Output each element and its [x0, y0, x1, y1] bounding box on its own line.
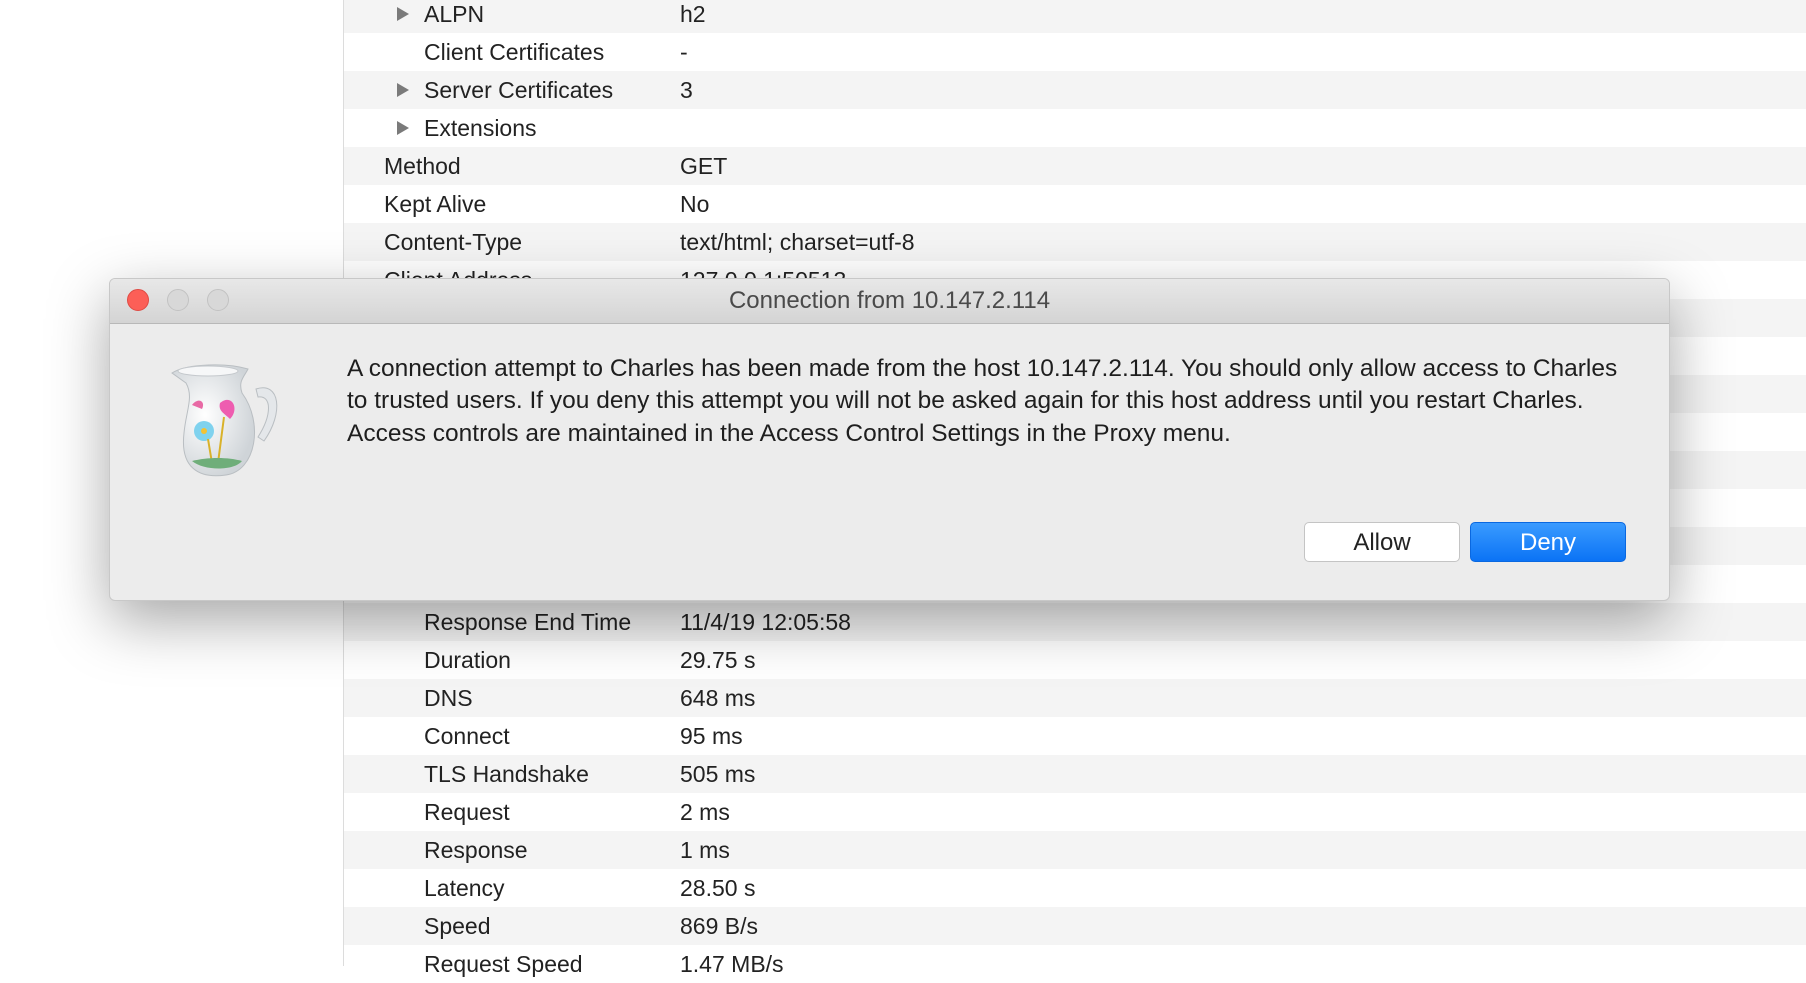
row-label: Request — [424, 799, 510, 825]
row-value: 11/4/19 12:05:58 — [680, 609, 851, 635]
row-value: 648 ms — [680, 685, 756, 711]
row-label: Response — [424, 837, 528, 863]
row-label: TLS Handshake — [424, 761, 589, 787]
row-value: 95 ms — [680, 723, 743, 749]
table-row[interactable]: Extensions — [344, 109, 1806, 147]
disclosure-triangle-icon[interactable] — [397, 121, 409, 135]
table-row[interactable]: Request 2 ms — [344, 793, 1806, 831]
table-row[interactable]: Server Certificates 3 — [344, 71, 1806, 109]
row-label: Latency — [424, 875, 505, 901]
row-label: DNS — [424, 685, 473, 711]
row-value: No — [680, 191, 710, 217]
allow-button[interactable]: Allow — [1304, 522, 1460, 562]
table-row[interactable]: DNS 648 ms — [344, 679, 1806, 717]
row-label: ALPN — [424, 1, 485, 27]
row-value: 869 B/s — [680, 913, 758, 939]
table-row[interactable]: Speed 869 B/s — [344, 907, 1806, 945]
row-value: h2 — [680, 1, 706, 27]
table-row[interactable]: Response End Time 11/4/19 12:05:58 — [344, 603, 1806, 641]
row-value: 505 ms — [680, 761, 756, 787]
table-row[interactable]: ALPN h2 — [344, 0, 1806, 33]
row-value: 2 ms — [680, 799, 730, 825]
row-value: 1.47 MB/s — [680, 951, 784, 977]
row-value: 29.75 s — [680, 647, 756, 673]
table-row[interactable]: Request Speed 1.47 MB/s — [344, 945, 1806, 983]
row-value: 3 — [680, 77, 693, 103]
table-row[interactable]: Connect 95 ms — [344, 717, 1806, 755]
row-label: Response End Time — [424, 609, 632, 635]
row-label: Content-Type — [384, 229, 523, 255]
table-row[interactable]: Latency 28.50 s — [344, 869, 1806, 907]
connection-dialog: Connection from 10.147.2.114 A connectio… — [109, 278, 1670, 601]
disclosure-triangle-icon[interactable] — [397, 7, 409, 21]
row-label: Server Certificates — [424, 77, 614, 103]
table-row[interactable]: Response 1 ms — [344, 831, 1806, 869]
row-value: 1 ms — [680, 837, 730, 863]
table-row[interactable]: Duration 29.75 s — [344, 641, 1806, 679]
table-row[interactable]: Kept Alive No — [344, 185, 1806, 223]
row-label: Connect — [424, 723, 510, 749]
row-label: Speed — [424, 913, 491, 939]
disclosure-triangle-icon[interactable] — [397, 83, 409, 97]
row-value: 28.50 s — [680, 875, 756, 901]
table-row[interactable]: Content-Type text/html; charset=utf-8 — [344, 223, 1806, 261]
row-label: Method — [384, 153, 461, 179]
row-value: - — [680, 39, 688, 65]
row-label: Extensions — [424, 115, 537, 141]
dialog-message: A connection attempt to Charles has been… — [347, 355, 1618, 447]
row-label: Kept Alive — [384, 191, 487, 217]
row-value: GET — [680, 153, 728, 179]
table-row[interactable]: Client Certificates - — [344, 33, 1806, 71]
dialog-titlebar: Connection from 10.147.2.114 — [110, 279, 1669, 324]
row-label: Request Speed — [424, 951, 583, 977]
table-row[interactable]: TLS Handshake 505 ms — [344, 755, 1806, 793]
row-label: Client Certificates — [424, 39, 605, 65]
row-label: Duration — [424, 647, 511, 673]
table-row[interactable]: Method GET — [344, 147, 1806, 185]
dialog-title: Connection from 10.147.2.114 — [728, 287, 1051, 314]
row-value: text/html; charset=utf-8 — [680, 229, 915, 255]
deny-button[interactable]: Deny — [1470, 522, 1626, 562]
charles-jug-icon — [171, 364, 278, 477]
